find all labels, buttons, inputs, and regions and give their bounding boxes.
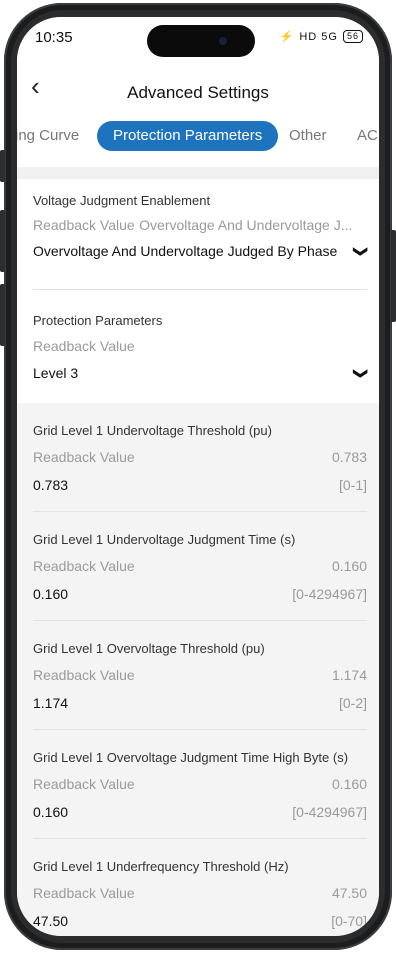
status-time: 10:35 xyxy=(35,29,73,46)
status-icons: ⚡ HD 5G 56 xyxy=(280,30,363,43)
network-icon: HD 5G xyxy=(299,30,338,43)
param-row[interactable]: Grid Level 1 Overvoltage Threshold (pu) … xyxy=(17,621,379,730)
param-label: Grid Level 1 Undervoltage Judgment Time … xyxy=(33,532,296,547)
readback-label: Readback Value xyxy=(33,558,135,574)
param-value[interactable]: 47.50 xyxy=(33,913,68,929)
readback-value: 0.160 xyxy=(331,558,367,574)
volume-up-button xyxy=(0,210,5,272)
readback-value: 0.160 xyxy=(331,776,367,792)
readback-label: Readback Value xyxy=(33,338,135,354)
param-label: Grid Level 1 Overvoltage Judgment Time H… xyxy=(33,750,349,765)
param-row[interactable]: Grid Level 1 Underfrequency Threshold (H… xyxy=(17,839,379,936)
value-row[interactable]: 0.160 [0-4294967] xyxy=(33,804,367,820)
param-row[interactable]: Grid Level 1 Undervoltage Judgment Time … xyxy=(17,512,379,621)
param-value[interactable]: 1.174 xyxy=(33,695,68,711)
protection-parameters-label: Protection Parameters xyxy=(33,313,163,328)
param-label: Grid Level 1 Overvoltage Threshold (pu) xyxy=(33,641,265,656)
readback-value: 47.50 xyxy=(331,885,367,901)
readback-row: Readback Value 0.783 xyxy=(33,449,367,465)
param-label: Grid Level 1 Underfrequency Threshold (H… xyxy=(33,859,289,874)
voltage-judgment-label: Voltage Judgment Enablement xyxy=(33,193,211,208)
dynamic-island xyxy=(147,25,255,57)
tab-other[interactable]: Other xyxy=(289,121,327,151)
param-value[interactable]: 0.160 xyxy=(33,586,68,602)
readback-row: Readback Value 1.174 xyxy=(33,667,367,683)
protection-parameters-select[interactable]: Level 3 ❯ xyxy=(33,365,370,382)
volume-down-button xyxy=(0,284,5,346)
tab-curve[interactable]: ing Curve xyxy=(17,121,79,151)
value-row[interactable]: 0.160 [0-4294967] xyxy=(33,586,367,602)
selected-value: Level 3 xyxy=(33,365,79,381)
voltage-judgment-readback-row: Readback Value Overvoltage And Undervolt… xyxy=(33,217,367,235)
value-row[interactable]: 0.783 [0-1] xyxy=(33,477,367,493)
divider xyxy=(33,289,367,290)
param-value[interactable]: 0.160 xyxy=(33,804,68,820)
page-title: Advanced Settings xyxy=(127,83,269,102)
camera-icon xyxy=(219,37,227,45)
readback-row: Readback Value 0.160 xyxy=(33,776,367,792)
param-label: Grid Level 1 Undervoltage Threshold (pu) xyxy=(33,423,272,438)
param-value[interactable]: 0.783 xyxy=(33,477,68,493)
tab-protection-parameters[interactable]: Protection Parameters xyxy=(97,121,279,151)
readback-label: Readback Value xyxy=(33,217,135,233)
app-header: ‹ Advanced Settings xyxy=(17,61,379,117)
readback-row: Readback Value 47.50 xyxy=(33,885,367,901)
readback-value: Overvoltage And Undervoltage J... xyxy=(139,217,353,233)
status-bar: 10:35 ⚡ HD 5G 56 xyxy=(17,17,379,61)
mute-switch xyxy=(0,150,5,182)
tabs-divider xyxy=(17,167,379,179)
param-range: [0-2] xyxy=(338,695,367,711)
readback-value: 0.783 xyxy=(331,449,367,465)
chevron-down-icon: ❯ xyxy=(353,367,370,380)
param-range: [0-4294967] xyxy=(292,804,367,820)
tab-bar: ing Curve Protection Parameters Other AC… xyxy=(17,117,379,167)
readback-label: Readback Value xyxy=(33,885,135,901)
battery-icon: 56 xyxy=(342,30,363,43)
param-range: [0-4294967] xyxy=(292,586,367,602)
param-range: [0-70] xyxy=(331,913,367,929)
readback-label: Readback Value xyxy=(33,776,135,792)
power-button xyxy=(391,230,396,322)
value-row[interactable]: 1.174 [0-2] xyxy=(33,695,367,711)
readback-label: Readback Value xyxy=(33,449,135,465)
param-row[interactable]: Grid Level 1 Overvoltage Judgment Time H… xyxy=(17,730,379,839)
selected-value: Overvoltage And Undervoltage Judged By P… xyxy=(33,243,338,259)
param-row[interactable]: Grid Level 1 Undervoltage Threshold (pu)… xyxy=(17,403,379,512)
value-row[interactable]: 47.50 [0-70] xyxy=(33,913,367,929)
voltage-judgment-select[interactable]: Overvoltage And Undervoltage Judged By P… xyxy=(33,243,370,260)
readback-label: Readback Value xyxy=(33,667,135,683)
wifi-off-icon: ⚡ xyxy=(279,31,295,43)
param-range: [0-1] xyxy=(338,477,367,493)
voltage-judgment-section[interactable]: Voltage Judgment Enablement Readback Val… xyxy=(17,179,379,291)
tab-ac[interactable]: AC C xyxy=(357,121,379,151)
chevron-down-icon: ❯ xyxy=(353,245,370,258)
readback-row: Readback Value 0.160 xyxy=(33,558,367,574)
screen: 10:35 ⚡ HD 5G 56 ‹ Advanced Settings ing… xyxy=(17,17,379,936)
readback-value: 1.174 xyxy=(331,667,367,683)
protection-parameters-section[interactable]: Protection Parameters Readback Value Lev… xyxy=(17,291,379,403)
